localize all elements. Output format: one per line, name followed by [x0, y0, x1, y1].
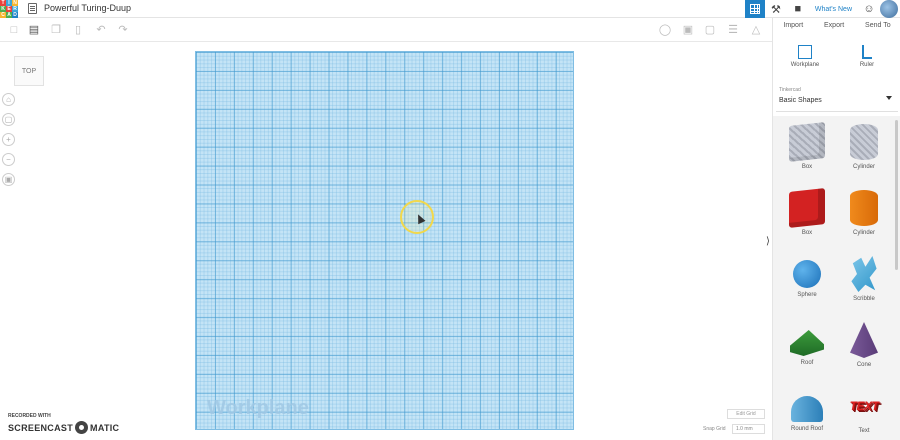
- workplane-tool[interactable]: Workplane: [785, 45, 825, 68]
- shape-scribble[interactable]: Scribble: [836, 256, 892, 302]
- watermark-left: SCREENCAST: [8, 422, 74, 433]
- edit-toolbar: □ ▤ ❐ ▯ ↶ ↷ ◯ ▣ ▢ ☰ △: [0, 18, 772, 42]
- paste-icon[interactable]: ▤: [27, 23, 41, 37]
- 3d-design-view-button[interactable]: [744, 0, 765, 18]
- library-value: Basic Shapes: [779, 97, 822, 104]
- recorded-with-text: RECORDED WITH: [8, 413, 51, 419]
- snap-grid-select[interactable]: 1.0 mm: [732, 424, 765, 434]
- shape-box-red[interactable]: Box: [779, 188, 835, 236]
- library-caption: Tinkercad: [779, 87, 801, 93]
- text-shape-icon: TEXT: [849, 399, 879, 413]
- top-bar: TIN KER CAD Powerful Turing-Duup ⚒ ■ Wha…: [0, 0, 900, 18]
- sphere-icon: [793, 260, 821, 288]
- scribble-icon: [851, 256, 877, 292]
- export-button[interactable]: Export: [824, 22, 844, 36]
- document-icon[interactable]: [28, 3, 37, 14]
- edit-grid-button[interactable]: Edit Grid: [727, 409, 765, 419]
- group-icon[interactable]: ▣: [681, 23, 695, 37]
- cone-icon: [850, 322, 878, 358]
- shape-cylinder-orange[interactable]: Cylinder: [836, 190, 892, 236]
- cylinder-orange-icon: [850, 190, 878, 226]
- light-bulb-icon[interactable]: ◯: [658, 23, 672, 37]
- align-icon[interactable]: ☰: [726, 23, 740, 37]
- shapes-grid: Box Cylinder Box Cylinder Sphere Scribbl…: [773, 116, 900, 440]
- snap-grid-label: Snap Grid: [703, 426, 726, 432]
- new-shape-icon[interactable]: □: [7, 23, 21, 37]
- undo-icon[interactable]: ↶: [94, 23, 108, 37]
- shape-label: Roof: [800, 360, 814, 366]
- zoom-out-icon[interactable]: −: [2, 153, 15, 166]
- workplane-icon: [798, 45, 812, 59]
- shape-box-gray[interactable]: Box: [779, 122, 835, 170]
- shapes-panel: Import Export Send To Workplane Ruler Ti…: [772, 18, 900, 440]
- view-cube[interactable]: TOP: [14, 56, 44, 86]
- cylinder-gray-icon: [850, 124, 878, 160]
- avatar[interactable]: [880, 0, 898, 18]
- shape-text[interactable]: TEXT Text: [836, 388, 892, 434]
- design-title[interactable]: Powerful Turing-Duup: [44, 3, 131, 13]
- ruler-icon: [862, 45, 872, 59]
- mirror-icon[interactable]: △: [749, 23, 763, 37]
- record-dot-icon: [75, 421, 89, 434]
- home-view-icon[interactable]: ⌂: [2, 93, 15, 106]
- tinkercad-logo[interactable]: TIN KER CAD: [0, 0, 20, 18]
- shape-label: Text: [858, 428, 870, 434]
- shape-label: Cylinder: [852, 164, 875, 170]
- box-red-icon: [789, 188, 825, 228]
- bricks-icon[interactable]: ■: [787, 0, 809, 18]
- watermark-right: MATIC: [90, 422, 120, 433]
- box-gray-icon: [789, 122, 825, 162]
- add-user-icon[interactable]: ☺: [858, 0, 880, 18]
- round-roof-icon: [791, 396, 823, 422]
- shape-label: Sphere: [797, 292, 817, 298]
- zoom-in-icon[interactable]: +: [2, 133, 15, 146]
- fit-view-icon[interactable]: ▢: [2, 113, 15, 126]
- workplane-tool-label: Workplane: [790, 62, 820, 68]
- roof-icon: [790, 330, 824, 356]
- chevron-down-icon: [886, 96, 892, 100]
- ungroup-icon[interactable]: ▢: [703, 23, 717, 37]
- shape-cone[interactable]: Cone: [836, 322, 892, 368]
- grid-icon: [749, 4, 760, 14]
- whats-new-link[interactable]: What's New: [809, 6, 858, 13]
- screencast-matic-logo: SCREENCAST MATIC: [8, 421, 119, 434]
- shape-label: Round Roof: [790, 426, 824, 432]
- shape-sphere[interactable]: Sphere: [779, 256, 835, 298]
- shape-label: Cone: [856, 362, 872, 368]
- shape-label: Scribble: [853, 296, 875, 302]
- shape-cylinder-gray[interactable]: Cylinder: [836, 124, 892, 170]
- delete-icon[interactable]: ▯: [71, 23, 85, 37]
- collapse-panel-chevron-icon[interactable]: ⟩: [766, 236, 770, 247]
- shape-round-roof[interactable]: Round Roof: [779, 388, 835, 432]
- pickaxe-icon[interactable]: ⚒: [765, 0, 787, 18]
- redo-icon[interactable]: ↷: [116, 23, 130, 37]
- ruler-tool[interactable]: Ruler: [847, 45, 887, 68]
- ortho-view-icon[interactable]: ▣: [2, 173, 15, 186]
- shape-library-select[interactable]: Tinkercad Basic Shapes: [776, 84, 898, 112]
- shape-label: Box: [801, 230, 813, 236]
- ruler-tool-label: Ruler: [859, 62, 875, 68]
- shape-label: Box: [801, 164, 813, 170]
- import-button[interactable]: Import: [783, 22, 803, 36]
- panel-scrollbar[interactable]: [895, 120, 898, 270]
- workplane[interactable]: Workplane: [195, 51, 574, 430]
- workplane-label: Workplane: [207, 397, 309, 419]
- shape-label: Cylinder: [852, 230, 875, 236]
- send-to-button[interactable]: Send To: [865, 22, 891, 36]
- duplicate-icon[interactable]: ❐: [49, 23, 63, 37]
- shape-roof[interactable]: Roof: [779, 322, 835, 366]
